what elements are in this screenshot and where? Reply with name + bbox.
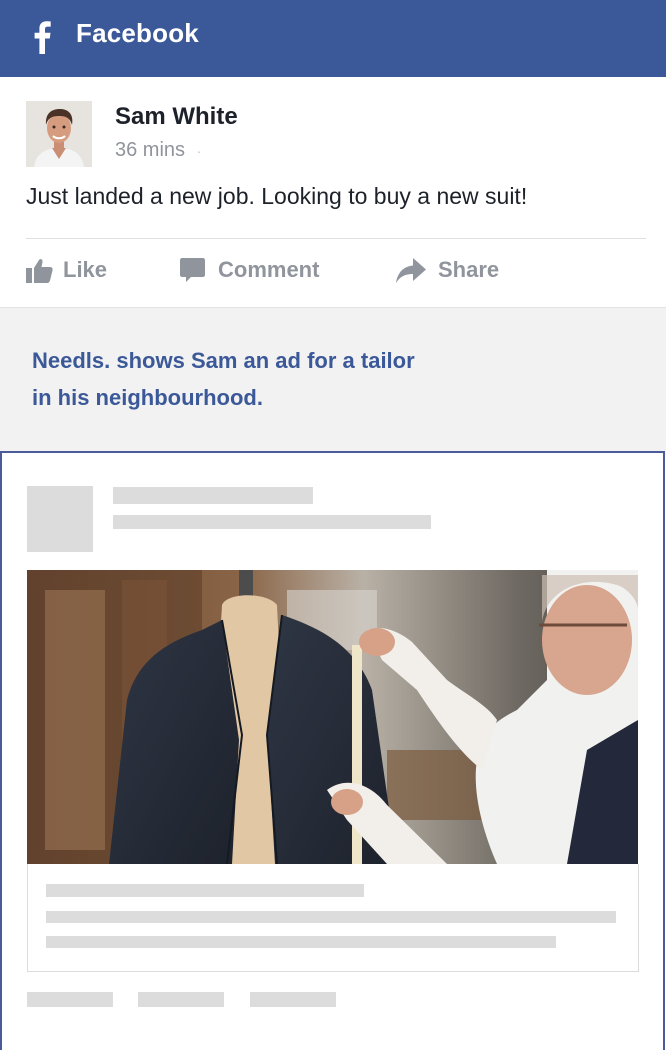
- ad-image[interactable]: [27, 570, 638, 864]
- ad-link-preview[interactable]: [27, 864, 639, 972]
- share-button[interactable]: Share: [396, 255, 499, 285]
- ad-explanation-panel: Needls. shows Sam an ad for a tailor in …: [0, 307, 666, 451]
- post-time-text: 36 mins: [115, 139, 186, 161]
- explanation-line-2: in his neighbourhood.: [32, 385, 263, 410]
- post-author-name[interactable]: Sam White: [115, 103, 238, 131]
- ad-explanation-text: Needls. shows Sam an ad for a tailor in …: [32, 342, 492, 416]
- like-button[interactable]: Like: [26, 255, 107, 285]
- share-arrow-icon: [396, 257, 426, 283]
- ad-action-placeholder-1[interactable]: [27, 992, 113, 1007]
- ad-avatar-placeholder: [27, 486, 93, 552]
- post-body-text: Just landed a new job. Looking to buy a …: [26, 183, 528, 209]
- feed-post: Sam White 36 mins · Just landed a new jo…: [0, 77, 666, 307]
- facebook-logo-icon: [34, 21, 51, 54]
- ad-description-placeholder-2: [46, 936, 556, 948]
- avatar[interactable]: [26, 101, 92, 167]
- comment-icon: [180, 257, 205, 282]
- profile-photo: [26, 101, 92, 167]
- like-label: Like: [63, 257, 108, 282]
- ad-subtitle-placeholder: [113, 515, 431, 529]
- post-divider: [26, 238, 646, 239]
- ad-description-placeholder-1: [46, 911, 616, 923]
- share-label: Share: [438, 257, 500, 282]
- ad-action-placeholder-2[interactable]: [138, 992, 224, 1007]
- comment-button[interactable]: Comment: [180, 255, 319, 285]
- app-header: Facebook: [0, 0, 666, 77]
- ad-title-placeholder: [113, 487, 313, 504]
- time-separator: ·: [196, 143, 202, 159]
- comment-label: Comment: [218, 257, 320, 282]
- ad-headline-placeholder: [46, 884, 364, 897]
- app-title: Facebook: [76, 18, 199, 48]
- post-timestamp[interactable]: 36 mins ·: [115, 139, 201, 162]
- thumbs-up-icon: [26, 258, 53, 283]
- explanation-line-1: Needls. shows Sam an ad for a tailor: [32, 348, 415, 373]
- sponsored-ad-card[interactable]: [0, 451, 665, 1050]
- tailor-photo: [27, 570, 638, 864]
- ad-action-placeholder-3[interactable]: [250, 992, 336, 1007]
